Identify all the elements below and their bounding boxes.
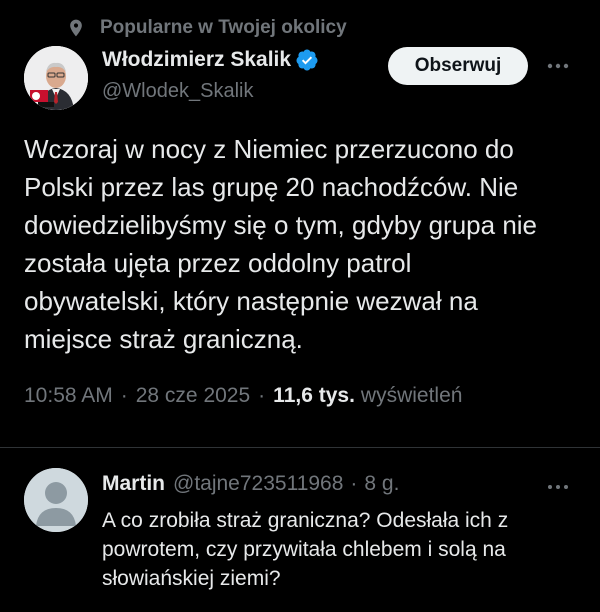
location-pin-icon <box>70 19 82 37</box>
reply-age[interactable]: 8 g. <box>364 472 399 496</box>
views-label: wyświetleń <box>360 384 463 407</box>
reply-author-name[interactable]: Martin <box>102 472 165 496</box>
more-options-icon[interactable] <box>540 54 576 78</box>
author-photo <box>24 46 88 110</box>
meta-separator: · <box>120 384 128 407</box>
tweet-time[interactable]: 10:58 AM <box>24 384 113 408</box>
tweet-meta: 10:58 AM · 28 cze 2025 · 11,6 tys. wyświ… <box>24 384 462 408</box>
reply-more-options-icon[interactable] <box>540 476 576 498</box>
default-avatar-icon <box>24 468 88 532</box>
author-name-row[interactable]: Włodzimierz Skalik <box>102 48 319 72</box>
verified-badge-icon <box>296 49 318 71</box>
tweet-date[interactable]: 28 cze 2025 <box>136 384 250 408</box>
reply-text: A co zrobiła straż graniczna? Odesłała i… <box>102 509 509 590</box>
reply-header: Martin @tajne723511968 · 8 g. <box>102 472 399 496</box>
meta-separator: · <box>258 384 266 407</box>
reply-author-handle[interactable]: @tajne723511968 <box>173 472 343 496</box>
tweet-text: Wczoraj w nocy z Niemiec przerzucono do … <box>24 134 538 354</box>
divider <box>0 447 600 448</box>
views-count[interactable]: 11,6 tys. <box>273 384 355 408</box>
author-name[interactable]: Włodzimierz Skalik <box>102 48 291 72</box>
social-context: Popularne w Twojej okolicy <box>66 14 347 42</box>
reply-separator: · <box>350 472 358 495</box>
reply-avatar[interactable] <box>24 468 88 532</box>
follow-button[interactable]: Obserwuj <box>388 47 528 85</box>
social-context-label: Popularne w Twojej okolicy <box>100 17 347 38</box>
author-avatar[interactable] <box>24 46 88 110</box>
author-handle[interactable]: @Wlodek_Skalik <box>102 80 253 103</box>
